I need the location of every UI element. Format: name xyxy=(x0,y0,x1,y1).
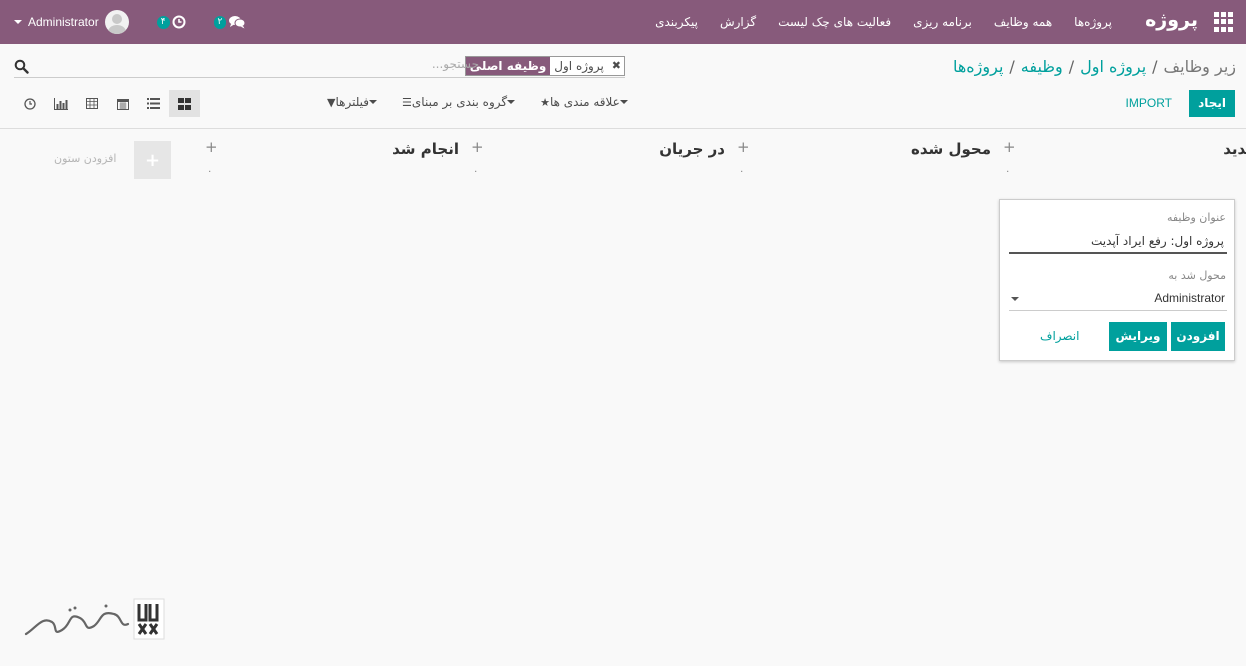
column-count: ۰ xyxy=(473,166,479,177)
search-input[interactable] xyxy=(279,57,479,71)
message-badge: ۲ xyxy=(213,15,227,29)
favorites-dropdown[interactable]: ★ علاقه مندی ها xyxy=(537,95,636,109)
import-button[interactable]: IMPORT xyxy=(1120,90,1178,117)
table-icon xyxy=(85,98,98,109)
star-icon: ★ xyxy=(540,95,550,109)
app-brand: پروژه xyxy=(1145,9,1198,31)
calendar-icon xyxy=(116,98,129,110)
breadcrumb-separator: / xyxy=(1009,57,1015,76)
filters-dropdown[interactable]: ▼ فیلترها xyxy=(324,95,385,109)
menu-item-reporting[interactable]: گزارش xyxy=(720,15,756,29)
menu-item-configuration[interactable]: پیکربندی xyxy=(655,15,698,29)
comments-icon xyxy=(229,16,246,29)
column-quick-add-button[interactable]: + xyxy=(471,138,484,156)
create-button[interactable]: ایجاد xyxy=(1189,90,1235,117)
column-quick-add-button[interactable]: + xyxy=(1003,138,1016,156)
search-facet: وظیفه اصلی پروژه اول ✖ xyxy=(464,56,625,76)
group-by-dropdown[interactable]: ☰ گروه بندی بر مبنای xyxy=(399,95,523,109)
chevron-down-icon xyxy=(14,20,22,24)
add-button[interactable]: افزودن xyxy=(1171,322,1225,351)
apps-menu-icon[interactable] xyxy=(1214,12,1234,32)
breadcrumb: پروژه‌ها / وظیفه / پروژه اول / زیر وظایف xyxy=(953,57,1236,76)
add-column[interactable]: + افزودن ستون xyxy=(54,141,171,179)
breadcrumb-first-project[interactable]: پروژه اول xyxy=(1080,57,1146,76)
control-panel-divider xyxy=(0,128,1246,129)
kanban-view-button[interactable] xyxy=(169,90,200,117)
caret-down-icon xyxy=(507,100,516,104)
discard-button[interactable]: انصراف xyxy=(1040,322,1079,351)
top-navbar: پروژه پروژه‌ها همه وظایف برنامه ریزی فعا… xyxy=(0,0,1246,44)
edit-button[interactable]: ویرایش xyxy=(1109,322,1167,351)
favorites-label: علاقه مندی ها xyxy=(549,95,620,109)
assigned-to-select[interactable]: Administrator xyxy=(1009,288,1227,311)
assigned-to-label: محول شد به xyxy=(1168,269,1226,282)
messaging-menu[interactable]: ۲ xyxy=(213,15,247,29)
activity-menu[interactable]: ۴ xyxy=(156,15,186,29)
calendar-view-button[interactable] xyxy=(107,90,138,117)
clock-icon xyxy=(172,15,186,29)
breadcrumb-task[interactable]: وظیفه xyxy=(1021,57,1063,76)
column-count: ۰ xyxy=(739,166,745,177)
add-column-plus-icon[interactable]: + xyxy=(134,141,171,179)
search-options: ▼ فیلترها ☰ گروه بندی بر مبنای ★ علاقه م… xyxy=(310,95,636,109)
activity-badge: ۴ xyxy=(156,15,170,29)
column-title: در جریان xyxy=(659,140,725,158)
clock-icon xyxy=(23,97,36,110)
main-menu: پروژه‌ها همه وظایف برنامه ریزی فعالیت ها… xyxy=(633,0,1112,44)
user-systray: Administrator ۴ ۲ xyxy=(14,0,274,44)
pivot-view-button[interactable] xyxy=(76,90,107,117)
list-view-button[interactable] xyxy=(138,90,169,117)
search-icon[interactable] xyxy=(14,59,29,74)
menu-item-planning[interactable]: برنامه ریزی xyxy=(913,15,972,29)
quick-create-card: عنوان وظیفه پروژه اول: رفع ایراد آپدیت م… xyxy=(999,199,1235,361)
user-menu[interactable]: Administrator xyxy=(14,10,157,34)
caret-down-icon xyxy=(369,100,378,104)
graph-view-button[interactable] xyxy=(45,90,76,117)
column-count: ۰ xyxy=(1005,166,1011,177)
view-switcher xyxy=(14,90,200,117)
breadcrumb-separator: / xyxy=(1152,57,1158,76)
activity-view-button[interactable] xyxy=(14,90,45,117)
column-quick-add-button[interactable]: + xyxy=(205,138,218,156)
assigned-to-value: Administrator xyxy=(1154,291,1225,305)
column-count: ۰ xyxy=(207,166,213,177)
add-column-label[interactable]: افزودن ستون xyxy=(54,152,116,165)
column-title: انجام شد xyxy=(392,140,459,158)
filter-icon: ▼ xyxy=(327,95,336,109)
menu-item-checklist[interactable]: فعالیت های چک لیست xyxy=(778,15,891,29)
menu-item-projects[interactable]: پروژه‌ها xyxy=(1074,15,1112,29)
facet-value: پروژه اول xyxy=(550,57,608,75)
watermark-logo xyxy=(24,598,165,640)
column-title: محول شده xyxy=(910,140,991,158)
menu-item-all-tasks[interactable]: همه وظایف xyxy=(994,15,1052,29)
breadcrumb-current: زیر وظایف xyxy=(1163,57,1236,76)
filters-label: فیلترها xyxy=(335,95,370,109)
close-icon[interactable]: ✖ xyxy=(607,57,624,75)
bars-icon: ☰ xyxy=(402,95,412,109)
task-title-value[interactable]: پروژه اول: رفع ایراد آپدیت xyxy=(1091,234,1224,248)
search-bar: وظیفه اصلی پروژه اول ✖ xyxy=(14,56,625,78)
group-by-label: گروه بندی بر مبنای xyxy=(411,95,508,109)
column-quick-add-button[interactable]: + xyxy=(737,138,750,156)
bar-chart-icon xyxy=(53,97,68,110)
breadcrumb-projects[interactable]: پروژه‌ها xyxy=(953,57,1003,76)
caret-down-icon xyxy=(619,100,628,104)
avatar xyxy=(104,10,129,34)
user-name: Administrator xyxy=(28,15,99,29)
breadcrumb-separator: / xyxy=(1068,57,1075,76)
task-title-label: عنوان وظیفه xyxy=(1166,211,1226,224)
column-title: جدید xyxy=(1223,140,1246,158)
list-icon xyxy=(147,98,160,109)
kanban-icon xyxy=(178,97,191,110)
caret-down-icon xyxy=(1011,297,1019,301)
